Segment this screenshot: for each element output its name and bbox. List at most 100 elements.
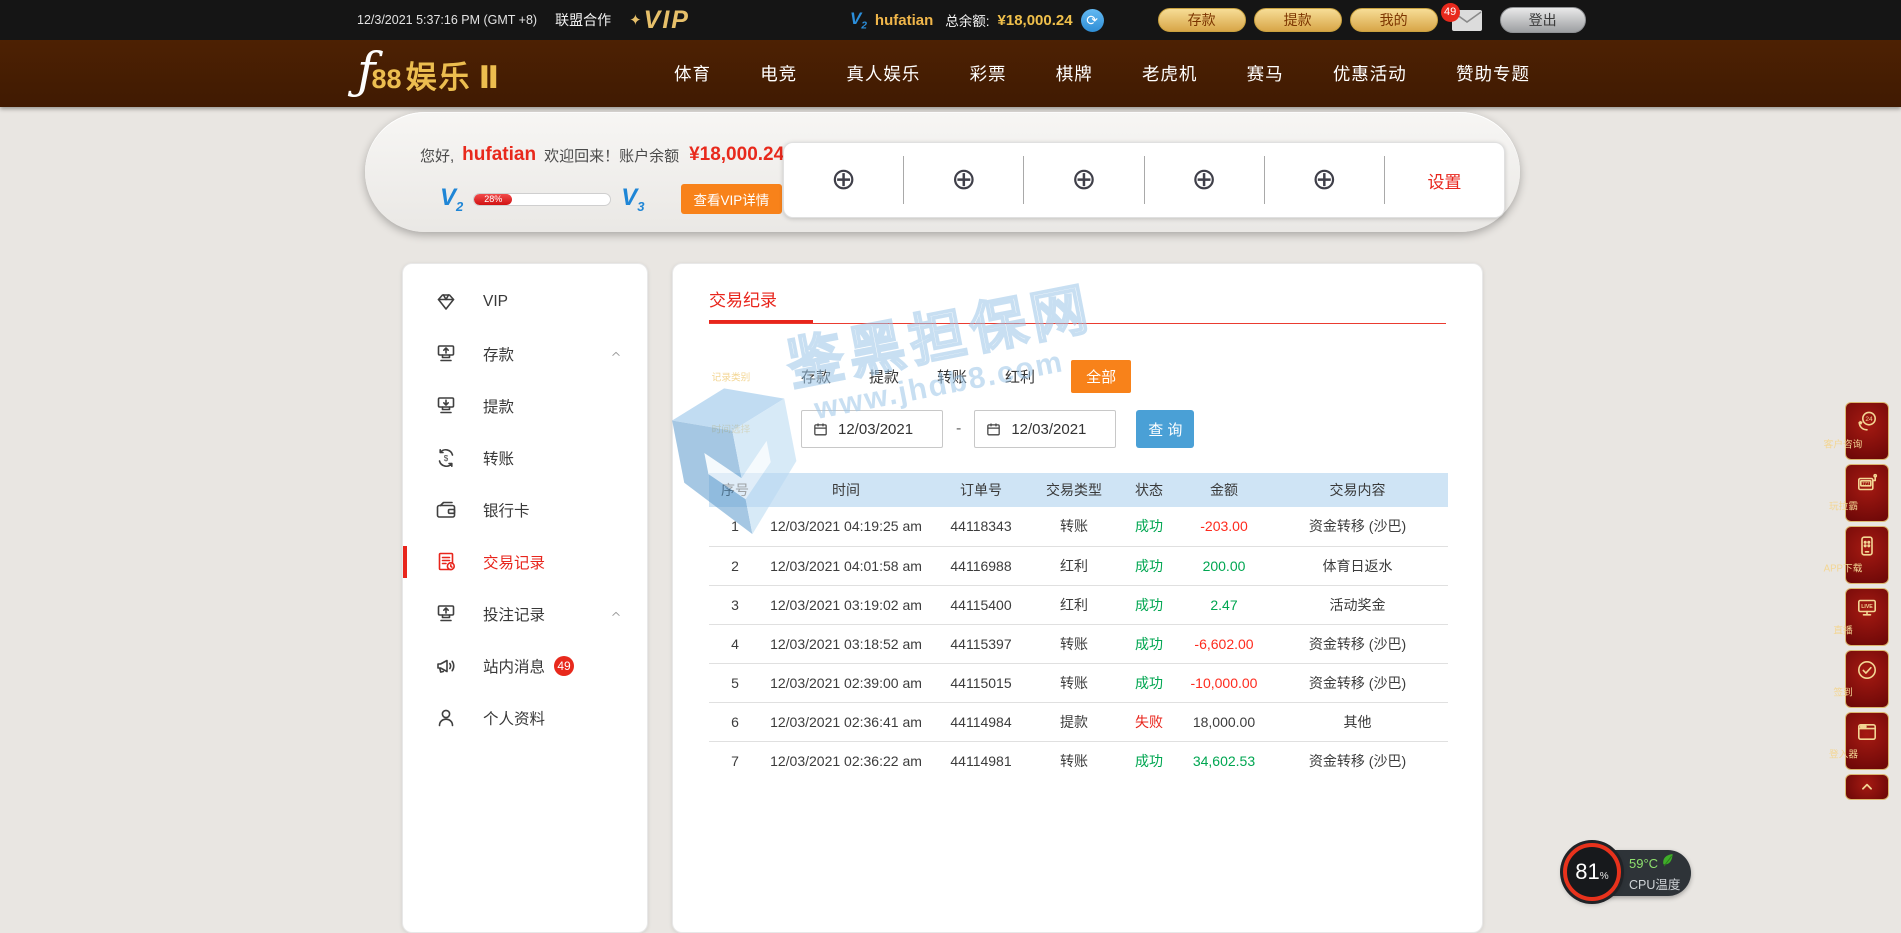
table-row: 612/03/2021 02:36:41 am44114984提款失败18,00… [709,702,1448,741]
column-header: 交易类型 [1031,473,1117,507]
nav-item-3[interactable]: 真人娱乐 [846,61,920,86]
cell-time: 12/03/2021 03:18:52 am [761,624,931,663]
vip-logo[interactable]: ✦VIP [629,6,690,35]
nav-item-4[interactable]: 彩票 [970,61,1007,86]
sidebar-item-profile[interactable]: 个人资料 [403,692,647,744]
cpu-percent-unit: % [1600,871,1609,882]
filter-option-4[interactable]: 红利 [1005,366,1035,387]
cell-time: 12/03/2021 03:19:02 am [761,585,931,624]
float-button-check-in[interactable]: 签到 [1845,650,1889,708]
float-button-customer-service[interactable]: 24客户咨询 [1845,402,1889,460]
transaction-record-icon [433,549,459,575]
nav-item-2[interactable]: 电竞 [760,61,797,86]
cell-content: 体育日返水 [1267,546,1448,585]
cell-content: 活动奖金 [1267,585,1448,624]
site-logo[interactable]: ƒ88娱乐Ⅱ [357,48,499,97]
sidebar-item-site-message[interactable]: 站内消息49 [403,640,647,692]
table-row: 312/03/2021 03:19:02 am44115400红利成功2.47活… [709,585,1448,624]
date-row: 时间选择 12/03/2021 - 12/03/2021 查 询 [709,410,1446,448]
sidebar-item-deposit[interactable]: 存款 [403,328,647,380]
greeting: 您好, hufatian 欢迎回来！账户余额 ¥18,000.24 ⟳ [420,144,808,166]
filter-option-1[interactable]: 存款 [801,366,831,387]
mail-badge: 49 [1441,3,1460,22]
cell-time: 12/03/2021 02:36:22 am [761,741,931,780]
float-button-label: 直播 [1833,623,1852,637]
cell-order: 44115400 [931,585,1031,624]
mail-icon[interactable]: 49 [1452,10,1482,31]
cell-order: 44115397 [931,624,1031,663]
sidebar-item-label: 交易记录 [483,551,545,573]
quick-add-slot-1[interactable]: ⊕ [784,143,903,217]
nav-item-7[interactable]: 赛马 [1247,61,1284,86]
account-balance: ¥18,000.24 [689,144,784,166]
table-row: 412/03/2021 03:18:52 am44115397转账成功-6,60… [709,624,1448,663]
table-header: 序号时间订单号交易类型状态金额交易内容 [709,473,1448,507]
circle-plus-icon: ⊕ [1192,165,1217,195]
nav-item-1[interactable]: 体育 [674,61,711,86]
chevron-up-icon[interactable] [609,347,623,361]
sidebar-item-transfer[interactable]: $转账 [403,432,647,484]
leaf-icon [1661,853,1674,873]
withdraw-button[interactable]: 提款 [1254,8,1342,32]
greeting-username: hufatian [462,144,536,166]
float-button-live-stream[interactable]: LIVE直播 [1845,588,1889,646]
filter-option-2[interactable]: 提款 [869,366,899,387]
nav-item-8[interactable]: 优惠活动 [1333,61,1407,86]
settings-button[interactable]: 设置 [1385,143,1504,217]
float-button-app-download[interactable]: APP下载 [1845,526,1889,584]
logout-button[interactable]: 登出 [1500,7,1586,33]
balance-label: 总余额: [945,10,989,30]
bet-record-icon [433,601,459,627]
nav-item-9[interactable]: 赞助专题 [1456,61,1530,86]
nav-item-6[interactable]: 老虎机 [1142,61,1198,86]
sidebar-item-withdraw[interactable]: 提款 [403,380,647,432]
cell-time: 12/03/2021 02:36:41 am [761,702,931,741]
quick-add-slot-4[interactable]: ⊕ [1145,143,1264,217]
filter-option-3[interactable]: 转账 [937,366,967,387]
content-panel: 交易纪录 记录类别 存款提款转账红利 全部 时间选择 12/03/2021 - … [672,263,1483,933]
quick-add-slot-3[interactable]: ⊕ [1024,143,1143,217]
sidebar-item-bet-record[interactable]: 投注记录 [403,588,647,640]
cell-no: 7 [709,741,761,780]
sidebar-item-bank-card[interactable]: 银行卡 [403,484,647,536]
column-header: 交易内容 [1267,473,1448,507]
sidebar-item-vip-diamond[interactable]: VIP [403,276,647,328]
check-in-icon [1855,658,1879,682]
cell-time: 12/03/2021 04:01:58 am [761,546,931,585]
search-button[interactable]: 查 询 [1136,410,1194,448]
vip-next-badge: V3 [621,186,644,213]
tab-underline [709,320,1446,324]
sidebar-item-transaction-record[interactable]: 交易记录 [403,536,647,588]
tab-transaction-records[interactable]: 交易纪录 [709,286,777,311]
float-button-launcher[interactable]: 登入器 [1845,712,1889,770]
float-button-slot-machine[interactable]: 777玩拉霸 [1845,464,1889,522]
cell-amount: 200.00 [1181,546,1267,585]
profile-icon [433,705,459,731]
collapse-button[interactable] [1845,774,1889,800]
svg-text:LIVE: LIVE [1861,604,1873,610]
greeting-prefix: 您好, [420,145,454,166]
sidebar-item-label: 提款 [483,395,514,417]
deposit-button[interactable]: 存款 [1158,8,1246,32]
cell-no: 2 [709,546,761,585]
filter-option-all[interactable]: 全部 [1071,360,1131,393]
bank-card-icon [433,497,459,523]
cell-order: 44114984 [931,702,1031,741]
float-button-label: 签到 [1833,685,1852,699]
quick-add-slot-2[interactable]: ⊕ [904,143,1023,217]
affiliate-link[interactable]: 联盟合作 [555,10,611,30]
sidebar-item-label: 存款 [483,343,514,365]
mine-button[interactable]: 我的 [1350,8,1438,32]
date-from-input[interactable]: 12/03/2021 [801,410,943,448]
chevron-up-icon[interactable] [609,607,623,621]
vip-detail-button[interactable]: 查看VIP详情 [681,184,783,214]
cell-time: 12/03/2021 04:19:25 am [761,507,931,546]
greeting-suffix: 欢迎回来！账户余额 [544,145,679,166]
date-to-input[interactable]: 12/03/2021 [974,410,1116,448]
quick-add-slot-5[interactable]: ⊕ [1265,143,1384,217]
logo-roman: Ⅱ [479,60,499,96]
vip-progress-fill: 28% [474,194,512,205]
sidebar: VIP 存款提款 $转账银行卡交易记录投注记录站内消息49个人资料 [402,263,648,933]
nav-item-5[interactable]: 棋牌 [1056,61,1093,86]
refresh-balance-icon[interactable]: ⟳ [1081,9,1104,32]
